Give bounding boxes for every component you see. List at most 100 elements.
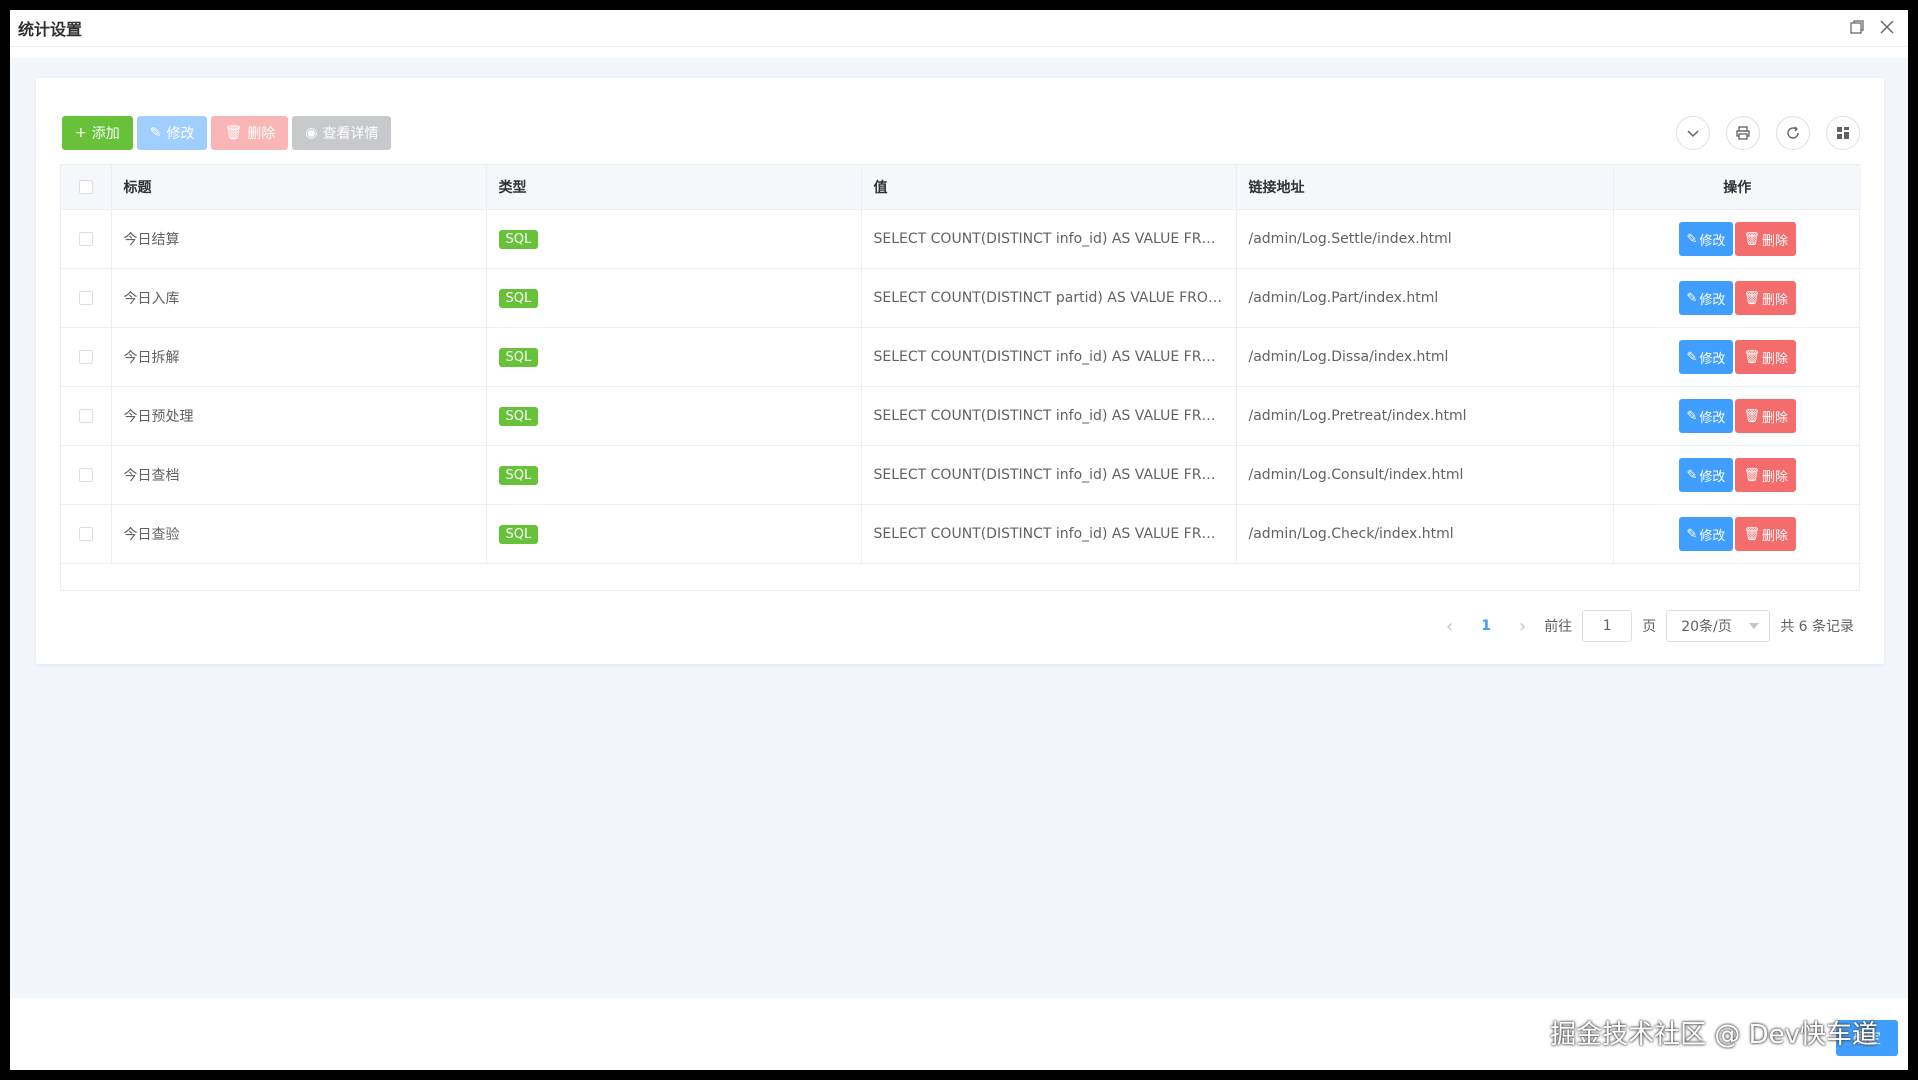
cell-url: /admin/Log.Check/index.html [1236,504,1614,564]
goto-page-input[interactable] [1582,610,1633,642]
table-row[interactable]: 今日预处理 SQL SELECT COUNT(DISTINCT info_id) A… [61,386,1861,446]
total-records: 共 6 条记录 [1780,619,1854,635]
select-all-checkbox[interactable] [78,180,93,194]
toolbar: + 添加 ✎ 修改 🗑 删除 ◉ 查看详情 [62,116,392,150]
caret-down-icon [1749,623,1760,629]
row-checkbox[interactable] [78,468,93,482]
edit-button[interactable]: ✎ 修改 [136,116,208,150]
row-delete-label: 删除 [1761,351,1788,367]
view-details-button[interactable]: ◉ 查看详情 [292,116,392,150]
edit-icon: ✎ [1686,526,1698,542]
cell-actions: ✎ 修改 🗑 删除 [1613,386,1861,446]
collapse-toggle-button[interactable] [1676,116,1710,150]
cell-title: 今日预处理 [111,386,487,446]
row-edit-button[interactable]: ✎ 修改 [1678,517,1734,551]
row-checkbox[interactable] [78,409,93,423]
add-button[interactable]: + 添加 [62,116,133,150]
row-edit-button[interactable]: ✎ 修改 [1678,340,1734,374]
edit-icon: ✎ [1686,467,1698,483]
row-edit-button[interactable]: ✎ 修改 [1678,222,1734,256]
row-edit-button[interactable]: ✎ 修改 [1678,458,1734,492]
row-select-cell [61,268,112,328]
row-edit-label: 修改 [1699,410,1726,426]
row-delete-label: 删除 [1761,292,1788,308]
cell-type: SQL [486,386,862,446]
table-row[interactable]: 今日拆解 SQL SELECT COUNT(DISTINCT info_id) AS… [61,327,1861,387]
table-row[interactable]: 今日查验 SQL SELECT COUNT(DISTINCT info_id) AS… [61,504,1861,564]
row-select-cell [61,504,112,564]
table-card: + 添加 ✎ 修改 🗑 删除 ◉ 查看详情 标题 类型 值 链接地址 操作 今日… [36,78,1884,664]
row-edit-label: 修改 [1699,351,1726,367]
pagination: ‹ 1 › 前往 页 20条/页 共 6 条记录 [1438,610,1854,642]
row-checkbox[interactable] [78,350,93,364]
row-delete-button[interactable]: 🗑 删除 [1735,222,1796,256]
row-edit-label: 修改 [1699,469,1726,485]
page-size-select[interactable]: 20条/页 [1666,610,1771,642]
cell-url: /admin/Log.Settle/index.html [1236,209,1614,269]
current-page[interactable]: 1 [1471,618,1501,634]
row-delete-button[interactable]: 🗑 删除 [1735,458,1796,492]
row-edit-label: 修改 [1699,528,1726,544]
page-size-value: 20条/页 [1681,619,1732,635]
row-delete-label: 删除 [1761,410,1788,426]
refresh-icon [1787,126,1799,139]
cell-title: 今日查档 [111,445,487,505]
cell-value: SELECT COUNT(DISTINCT info_id) AS VALUE … [861,209,1237,269]
cell-value: SELECT COUNT(DISTINCT info_id) AS VALUE … [861,327,1237,387]
row-checkbox[interactable] [78,527,93,541]
row-delete-button[interactable]: 🗑 删除 [1735,281,1796,315]
cell-url: /admin/Log.Dissa/index.html [1236,327,1614,387]
column-header-type: 类型 [486,165,862,210]
cell-url: /admin/Log.Pretreat/index.html [1236,386,1614,446]
row-checkbox[interactable] [78,232,93,246]
print-button[interactable] [1726,116,1760,150]
type-tag: SQL [498,465,539,485]
cell-actions: ✎ 修改 🗑 删除 [1613,268,1861,328]
watermark: 掘金技术社区 @ Dev快车道 [1550,1020,1878,1050]
dialog-window: 统计设置 + 添加 ✎ 修改 🗑 删除 ◉ 查看详情 标题 类型 值 链接地址 … [10,10,1908,1070]
row-edit-button[interactable]: ✎ 修改 [1678,399,1734,433]
table-row[interactable]: 今日结算 SQL SELECT COUNT(DISTINCT info_id) AS… [61,209,1861,269]
cell-value: SELECT COUNT(DISTINCT info_id) AS VALUE … [861,386,1237,446]
cell-type: SQL [486,209,862,269]
select-all-cell [61,165,112,210]
goto-label: 前往 [1544,619,1573,635]
spacer-cell [61,564,1861,591]
row-select-cell [61,445,112,505]
trash-icon: 🗑 [1743,349,1760,365]
delete-button[interactable]: 🗑 删除 [211,116,289,150]
prev-page-icon[interactable]: ‹ [1438,616,1461,637]
add-button-label: 添加 [91,126,120,142]
columns-button[interactable] [1826,116,1860,150]
table-row[interactable]: 今日查档 SQL SELECT COUNT(DISTINCT info_id) AS… [61,445,1861,505]
row-checkbox[interactable] [78,291,93,305]
refresh-button[interactable] [1776,116,1810,150]
maximize-icon[interactable] [1846,16,1868,38]
close-icon[interactable] [1876,16,1898,38]
dialog-footer: 确定 掘金技术社区 @ Dev快车道 [10,998,1908,1070]
cell-title: 今日入库 [111,268,487,328]
eye-icon: ◉ [305,125,318,141]
next-page-icon[interactable]: › [1511,616,1534,637]
cell-title: 今日拆解 [111,327,487,387]
row-delete-button[interactable]: 🗑 删除 [1735,399,1796,433]
row-edit-label: 修改 [1699,233,1726,249]
row-edit-button[interactable]: ✎ 修改 [1678,281,1734,315]
type-tag: SQL [498,406,539,426]
row-select-cell [61,386,112,446]
table-spacer-row [61,564,1861,591]
row-delete-button[interactable]: 🗑 删除 [1735,340,1796,374]
cell-type: SQL [486,445,862,505]
cell-value: SELECT COUNT(DISTINCT info_id) AS VALUE … [861,504,1237,564]
row-delete-button[interactable]: 🗑 删除 [1735,517,1796,551]
cell-title: 今日查验 [111,504,487,564]
chevron-down-icon [1687,130,1699,138]
cell-url: /admin/Log.Consult/index.html [1236,445,1614,505]
edit-button-label: 修改 [166,126,195,142]
edit-icon: ✎ [1686,290,1698,306]
cell-type: SQL [486,327,862,387]
cell-value: SELECT COUNT(DISTINCT info_id) AS VALUE … [861,445,1237,505]
edit-icon: ✎ [1686,408,1698,424]
edit-icon: ✎ [1686,231,1698,247]
table-row[interactable]: 今日入库 SQL SELECT COUNT(DISTINCT partid) AS … [61,268,1861,328]
